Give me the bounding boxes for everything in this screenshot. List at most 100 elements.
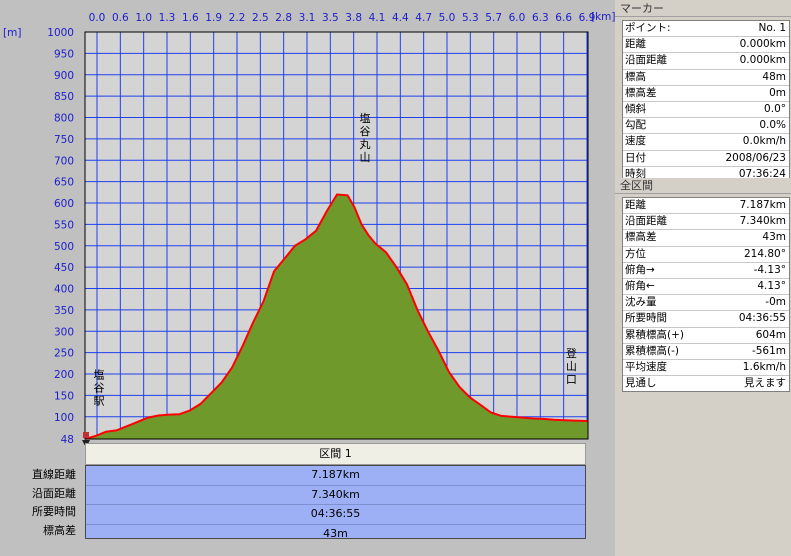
row-key: 傾斜 — [625, 102, 646, 115]
row-key: 速度 — [625, 135, 646, 148]
x-tick-label: 4.4 — [392, 12, 409, 24]
row-value: 2008/06/23 — [725, 151, 786, 164]
all-section-panel-title: 全区間 — [615, 178, 791, 194]
section-title-bar[interactable]: 区間 1 — [85, 443, 586, 465]
table-row: 見通し 見えます — [623, 376, 789, 391]
row-key: 沿面距離 — [625, 54, 667, 67]
row-key: 累積標高(+) — [625, 328, 684, 341]
y-min-label: 48 — [61, 434, 74, 445]
table-row: 標高差 0m — [623, 86, 789, 102]
y-tick-label: 450 — [54, 262, 74, 274]
x-tick-label: 1.3 — [159, 12, 176, 24]
y-tick-label: 950 — [54, 48, 74, 60]
place-label: 塩谷丸山 — [359, 111, 370, 164]
table-row: 標高 48m — [623, 70, 789, 86]
table-row: 俯角→ -4.13° — [623, 263, 789, 279]
row-value: 0m — [769, 86, 786, 99]
x-axis-ticks: 0.0 0.6 1.0 1.3 1.6 1.9 2.2 2.5 2.8 3.1 3.5 3.8 4.1 4… — [89, 12, 596, 24]
x-tick-label: 2.8 — [275, 12, 292, 24]
x-tick-label: 5.3 — [462, 12, 479, 24]
row-value: 1.6km/h — [742, 360, 786, 373]
table-row: 日付 2008/06/23 — [623, 151, 789, 167]
place-label: 塩谷駅 — [93, 367, 104, 407]
x-tick-label: 4.7 — [415, 12, 432, 24]
stat-label: 直線距離 — [32, 468, 76, 481]
row-value: -4.13° — [753, 263, 786, 276]
x-tick-label: 3.1 — [299, 12, 316, 24]
row-value: 0.0% — [759, 119, 786, 132]
table-row: 距離 0.000km — [623, 37, 789, 54]
y-tick-label: 100 — [54, 412, 74, 424]
x-tick-label: 4.1 — [369, 12, 386, 24]
table-row: 沈み量 -0m — [623, 295, 789, 312]
row-value: -561m — [751, 344, 786, 357]
x-tick-label: 2.5 — [252, 12, 269, 24]
row-key: 勾配 — [625, 119, 646, 132]
table-row: 沿面距離 7.340km — [623, 214, 789, 231]
x-tick-label: 3.8 — [345, 12, 362, 24]
y-tick-label: 550 — [54, 219, 74, 231]
row-key: 俯角→ — [625, 263, 655, 276]
x-tick-label: 0.6 — [112, 12, 129, 24]
x-tick-label: 0.0 — [89, 12, 106, 24]
row-key: 標高差 — [625, 86, 657, 99]
table-row: 勾配 0.0% — [623, 118, 789, 135]
table-row: 累積標高(-) -561m — [623, 344, 789, 360]
row-value: 0.0° — [764, 102, 786, 115]
x-tick-label: 2.2 — [229, 12, 246, 24]
row-key: 所要時間 — [625, 312, 667, 325]
marker-panel-title: マーカー — [615, 1, 791, 17]
row-value: 43m — [762, 231, 786, 244]
row-value: 7.340km — [739, 215, 786, 228]
y-axis-unit: [m] — [3, 27, 21, 39]
table-row: ポイント: No. 1 — [623, 21, 789, 38]
x-tick-label: 1.6 — [182, 12, 199, 24]
stat-value: 7.340km — [86, 486, 585, 505]
table-row: 所要時間 04:36:55 — [623, 311, 789, 328]
row-value: 604m — [755, 328, 786, 341]
table-row: 俯角← 4.13° — [623, 279, 789, 296]
table-row: 距離 7.187km — [623, 198, 789, 215]
row-key: 距離 — [625, 38, 646, 51]
x-tick-label: 5.7 — [485, 12, 502, 24]
info-panel: マーカー ポイント: No. 1 距離 0.000km 沿面距離 0.000km 標高 48m… — [615, 0, 791, 556]
row-key: 沈み量 — [625, 296, 657, 309]
table-row: 平均速度 1.6km/h — [623, 360, 789, 377]
y-tick-label: 650 — [54, 177, 74, 189]
table-row: 標高差 43m — [623, 230, 789, 247]
row-value: 見えます — [744, 377, 786, 390]
stat-label: 標高差 — [43, 523, 76, 537]
stat-label: 沿面距離 — [32, 486, 76, 500]
y-tick-label: 250 — [54, 348, 74, 360]
row-value: 7.187km — [739, 199, 786, 211]
row-key: 平均速度 — [625, 360, 667, 373]
row-key: 距離 — [625, 199, 646, 211]
y-tick-label: 700 — [54, 155, 74, 167]
y-tick-label: 800 — [54, 113, 74, 125]
row-value: No. 1 — [758, 22, 786, 34]
x-tick-label: 3.5 — [322, 12, 339, 24]
x-tick-label: 1.0 — [135, 12, 152, 24]
y-axis-ticks: 1000 950 900 850 800 750 700 650 600 550 500 450 400… — [47, 27, 74, 445]
table-row: 沿面距離 0.000km — [623, 53, 789, 70]
row-key: 俯角← — [625, 279, 655, 292]
y-tick-label: 350 — [54, 305, 74, 317]
row-value: 214.80° — [744, 247, 786, 260]
y-tick-label: 750 — [54, 134, 74, 146]
y-tick-label: 1000 — [47, 27, 74, 39]
stat-value: 7.187km — [86, 466, 585, 486]
row-value: 0.000km — [739, 38, 786, 51]
x-tick-label: 6.6 — [555, 12, 572, 24]
stat-value: 43m — [323, 526, 348, 540]
row-key: ポイント: — [625, 22, 671, 34]
x-tick-label: 5.0 — [439, 12, 456, 24]
all-section-table: 距離 7.187km 沿面距離 7.340km 標高差 43m 方位 214.80° 俯角→ -4… — [622, 197, 790, 393]
y-tick-label: 900 — [54, 70, 74, 82]
y-tick-label: 150 — [54, 390, 74, 402]
stat-label: 所要時間 — [32, 505, 76, 518]
elevation-profile-chart[interactable]: 1000 950 900 850 800 750 700 650 600 550 500 450 400… — [0, 0, 615, 445]
y-tick-label: 500 — [54, 241, 74, 253]
row-key: 日付 — [625, 151, 646, 164]
table-row: 方位 214.80° — [623, 247, 789, 263]
y-tick-label: 600 — [54, 198, 74, 210]
